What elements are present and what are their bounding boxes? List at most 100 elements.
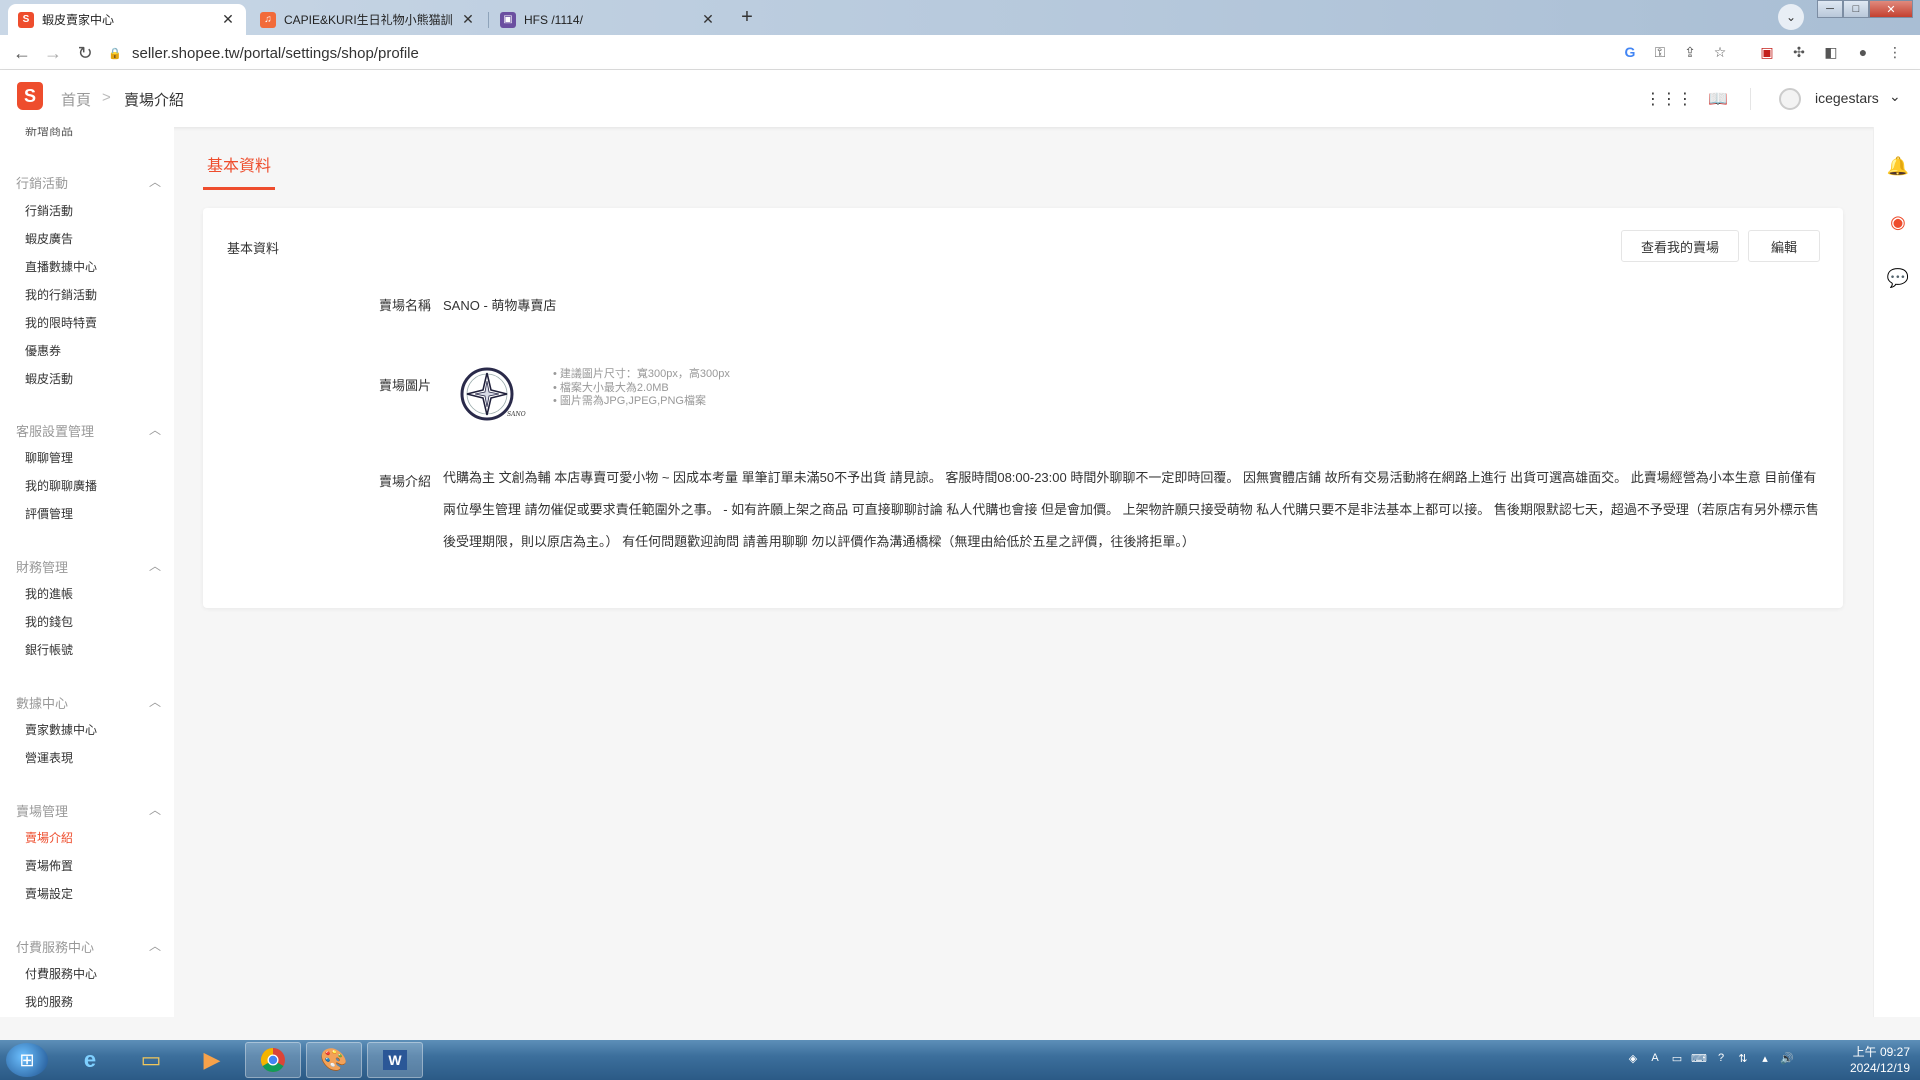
new-tab-button[interactable]: + bbox=[733, 5, 761, 29]
maximize-window-button[interactable]: □ bbox=[1843, 0, 1869, 18]
chat-icon[interactable]: 💬 bbox=[1887, 267, 1909, 289]
image-hint: • 檔案大小最大為2.0MB bbox=[553, 381, 669, 394]
pdf-extension-icon[interactable]: ▣ bbox=[1755, 41, 1779, 63]
help-tray-icon[interactable]: ? bbox=[1713, 1050, 1729, 1066]
internet-explorer-icon[interactable]: e bbox=[62, 1042, 118, 1078]
header-divider bbox=[1750, 88, 1751, 110]
book-icon[interactable]: 📖 bbox=[1707, 88, 1729, 110]
tray-app-icon[interactable]: ◈ bbox=[1625, 1050, 1641, 1066]
key-icon[interactable]: ⚿ bbox=[1650, 41, 1670, 63]
lock-icon[interactable]: 🔒 bbox=[108, 47, 122, 60]
address-bar[interactable]: 🔒 seller.shopee.tw/portal/settings/shop/… bbox=[108, 40, 1778, 66]
tab-title: CAPIE&KURI生日礼物小熊猫訓 bbox=[284, 13, 453, 27]
shopee-logo[interactable]: S bbox=[17, 82, 43, 110]
sidebar-group-title: 賣場管理 bbox=[16, 804, 69, 819]
chevron-up-icon[interactable]: ︿ bbox=[149, 693, 161, 710]
paint-icon[interactable]: 🎨 bbox=[306, 1042, 362, 1078]
profile-icon[interactable]: ● bbox=[1851, 41, 1875, 63]
reload-icon[interactable]: ↻ bbox=[73, 41, 97, 65]
sidebar-item[interactable]: 營運表現 bbox=[25, 749, 73, 766]
file-explorer-icon[interactable]: ▭ bbox=[123, 1042, 179, 1078]
sidebar-item-shop-profile[interactable]: 賣場介紹 bbox=[25, 829, 73, 846]
view-my-shop-button[interactable]: 查看我的賣場 bbox=[1621, 230, 1739, 262]
sidebar-item[interactable]: 賣家數據中心 bbox=[25, 721, 97, 738]
chevron-up-icon[interactable]: ︿ bbox=[149, 557, 161, 574]
system-clock[interactable]: 上午 09:27 2024/12/19 bbox=[1820, 1044, 1910, 1076]
description-label: 賣場介紹 bbox=[378, 474, 431, 489]
sidebar-item[interactable]: 我的聊聊廣播 bbox=[25, 477, 97, 494]
sidebar-item[interactable]: 蝦皮廣告 bbox=[25, 230, 73, 247]
word-icon[interactable]: W bbox=[367, 1042, 423, 1078]
tab-hfs[interactable]: ▣ HFS /1114/ ✕ bbox=[490, 4, 726, 35]
show-hidden-icons-icon[interactable]: ▴ bbox=[1757, 1050, 1773, 1066]
forward-arrow-icon[interactable]: → bbox=[41, 41, 65, 65]
sidebar-item[interactable]: 我的服務 bbox=[25, 993, 73, 1010]
tab-capie-kuri[interactable]: ♫ CAPIE&KURI生日礼物小熊猫訓 ✕ bbox=[250, 4, 486, 35]
tab-separator bbox=[488, 12, 489, 28]
sidebar-group-finance[interactable]: 財務管理 ︿ bbox=[16, 557, 161, 576]
sidebar-group-marketing[interactable]: 行銷活動 ︿ bbox=[16, 173, 161, 192]
google-translate-icon[interactable]: G bbox=[1620, 41, 1640, 63]
avatar[interactable] bbox=[1779, 88, 1801, 110]
sidebar-item-add-product[interactable]: 新增商品 bbox=[25, 127, 73, 139]
media-player-icon[interactable]: ▶ bbox=[184, 1042, 240, 1078]
sidebar-item[interactable]: 付費服務中心 bbox=[25, 965, 97, 982]
start-button[interactable]: ⊞ bbox=[6, 1043, 48, 1077]
tab-title: 蝦皮賣家中心 bbox=[42, 13, 115, 27]
url-text[interactable]: seller.shopee.tw/portal/settings/shop/pr… bbox=[132, 45, 419, 62]
sidebar-group-shop-management[interactable]: 賣場管理 ︿ bbox=[16, 801, 161, 820]
puzzle-extensions-icon[interactable]: ✣ bbox=[1787, 41, 1811, 63]
chevron-up-icon[interactable]: ︿ bbox=[149, 937, 161, 954]
seller-header: S 首頁 > 賣場介紹 ⋮⋮⋮ 📖 icegestars ⌄ bbox=[0, 70, 1920, 127]
back-arrow-icon[interactable]: ← bbox=[10, 41, 34, 65]
sidebar-item[interactable]: 直播數據中心 bbox=[25, 258, 97, 275]
chevron-down-icon[interactable]: ⌄ bbox=[1889, 88, 1901, 105]
sidebar: 新增商品 行銷活動 ︿ 行銷活動 蝦皮廣告 直播數據中心 我的行銷活動 我的限時… bbox=[0, 127, 174, 1017]
menu-kebab-icon[interactable]: ⋮ bbox=[1883, 41, 1907, 63]
apps-grid-icon[interactable]: ⋮⋮⋮ bbox=[1645, 88, 1693, 110]
sidebar-group-customer-service[interactable]: 客服設置管理 ︿ bbox=[16, 421, 161, 440]
notification-bell-icon[interactable]: 🔔 bbox=[1887, 155, 1909, 177]
sidebar-item[interactable]: 行銷活動 bbox=[25, 202, 73, 219]
ime-icon[interactable]: A bbox=[1647, 1050, 1663, 1066]
chevron-up-icon[interactable]: ︿ bbox=[149, 421, 161, 438]
share-icon[interactable]: ⇪ bbox=[1680, 41, 1700, 63]
extension-icons: ▣ ✣ ◧ ● ⋮ bbox=[1755, 41, 1907, 63]
tab-seller-center[interactable]: S 蝦皮賣家中心 ✕ bbox=[8, 4, 246, 35]
breadcrumb-home[interactable]: 首頁 bbox=[61, 89, 91, 110]
sidebar-item[interactable]: 優惠券 bbox=[25, 342, 61, 359]
help-icon[interactable]: ◉ bbox=[1887, 211, 1909, 233]
close-window-button[interactable]: ✕ bbox=[1869, 0, 1913, 18]
edit-button[interactable]: 編輯 bbox=[1748, 230, 1820, 262]
tray-window-icon[interactable]: ▭ bbox=[1669, 1050, 1685, 1066]
chevron-up-icon[interactable]: ︿ bbox=[149, 801, 161, 818]
browser-toolbar: ← → ↻ 🔒 seller.shopee.tw/portal/settings… bbox=[0, 35, 1920, 70]
sidebar-group-paid-services[interactable]: 付費服務中心 ︿ bbox=[16, 937, 161, 956]
sidebar-group-data-center[interactable]: 數據中心 ︿ bbox=[16, 693, 161, 712]
tray-keyboard-icon[interactable]: ⌨ bbox=[1691, 1050, 1707, 1066]
sidebar-item[interactable]: 我的行銷活動 bbox=[25, 286, 97, 303]
sidebar-item[interactable]: 賣場佈置 bbox=[25, 857, 73, 874]
sidebar-item[interactable]: 我的限時特賣 bbox=[25, 314, 97, 331]
sidebar-item[interactable]: 聊聊管理 bbox=[25, 449, 73, 466]
sidebar-item[interactable]: 評價管理 bbox=[25, 505, 73, 522]
close-tab-icon[interactable]: ✕ bbox=[460, 11, 476, 28]
sidebar-item[interactable]: 蝦皮活動 bbox=[25, 370, 73, 387]
tab-search-chevron-icon[interactable]: ⌄ bbox=[1778, 4, 1804, 30]
close-tab-icon[interactable]: ✕ bbox=[220, 11, 236, 28]
sidebar-item[interactable]: 賣場設定 bbox=[25, 885, 73, 902]
minimize-window-button[interactable]: ─ bbox=[1817, 0, 1843, 18]
sidebar-item[interactable]: 我的進帳 bbox=[25, 585, 73, 602]
network-icon[interactable]: ⇅ bbox=[1735, 1050, 1751, 1066]
sidebar-item[interactable]: 我的錢包 bbox=[25, 613, 73, 630]
omnibox-icons: G ⚿ ⇪ ☆ bbox=[1620, 41, 1730, 63]
chrome-icon[interactable] bbox=[245, 1042, 301, 1078]
username[interactable]: icegestars bbox=[1815, 90, 1879, 106]
volume-icon[interactable]: 🔊 bbox=[1779, 1050, 1795, 1066]
side-panel-icon[interactable]: ◧ bbox=[1819, 41, 1843, 63]
chevron-up-icon[interactable]: ︿ bbox=[149, 173, 161, 190]
tab-basic-info[interactable]: 基本資料 bbox=[203, 152, 275, 190]
sidebar-item[interactable]: 銀行帳號 bbox=[25, 641, 73, 658]
close-tab-icon[interactable]: ✕ bbox=[700, 11, 716, 28]
bookmark-star-icon[interactable]: ☆ bbox=[1710, 41, 1730, 63]
